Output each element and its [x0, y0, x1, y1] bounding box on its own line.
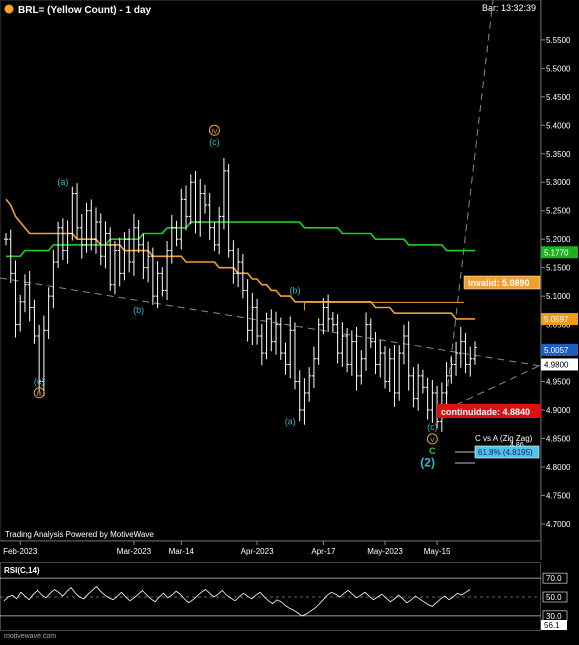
footer-site: motivewave.com: [4, 633, 56, 640]
y-tick-label: 5.2000: [546, 235, 571, 244]
chart-window: BRL= (Yellow Count) - 1 day Bar: 13:32:3…: [0, 0, 579, 640]
rsi-level-label: 50.0: [546, 593, 562, 602]
wave-label: V: [430, 437, 435, 444]
price-chart: BRL= (Yellow Count) - 1 day Bar: 13:32:3…: [0, 0, 579, 640]
price-tag-label: 5.0057: [544, 346, 569, 355]
wave-label: (c): [209, 137, 220, 147]
price-tag: 5.0057: [541, 343, 578, 356]
y-tick-label: 5.5500: [546, 36, 571, 45]
continuidade-label: continuidade: 4.8840: [441, 407, 530, 417]
cvsa-box-label: 61.8% (4.8195): [478, 448, 533, 457]
x-tick-label: Apr-2023: [241, 547, 274, 556]
y-tick-label: 5.3000: [546, 178, 571, 187]
wave-label: IV: [211, 128, 218, 135]
price-tag: 5.0597: [541, 313, 578, 326]
y-tick-label: 5.4000: [546, 121, 571, 130]
price-tag-label: 5.1770: [544, 248, 569, 257]
rsi-level-label: 30.0: [546, 612, 562, 621]
y-tick-label: 4.9000: [546, 406, 571, 415]
y-tick-label: 4.8500: [546, 434, 571, 443]
price-tag: 4.9800: [541, 358, 578, 371]
rsi-current-label: 56.1: [544, 621, 560, 630]
cvsa-title: C vs A (Zig Zag): [475, 434, 533, 443]
bar-time: Bar: 13:32:39: [482, 3, 536, 13]
wave-label: (c): [34, 376, 45, 386]
x-tick-label: Mar-2023: [117, 547, 152, 556]
x-tick-label: Feb-2023: [3, 547, 38, 556]
y-tick-label: 4.7000: [546, 520, 571, 529]
chart-title: BRL= (Yellow Count) - 1 day: [18, 5, 152, 16]
y-tick-label: 5.3500: [546, 150, 571, 159]
rsi-panel: [0, 562, 541, 631]
y-tick-label: 5.4500: [546, 93, 571, 102]
x-tick-label: May-15: [424, 547, 451, 556]
y-tick-label: 5.1000: [546, 292, 571, 301]
wave-label: (a): [57, 177, 68, 187]
price-tag-label: 5.0597: [544, 315, 569, 324]
wave-label: (c): [427, 422, 438, 432]
title-dot-icon: [4, 4, 14, 14]
wave-label: (2): [420, 455, 435, 469]
wave-label: III: [36, 391, 42, 398]
wave-label: C: [429, 446, 436, 456]
x-tick-label: Mar-14: [169, 547, 195, 556]
rsi-level-label: 70.0: [546, 574, 562, 583]
y-tick-label: 4.8000: [546, 463, 571, 472]
y-tick-label: 5.2500: [546, 207, 571, 216]
x-tick-label: Apr-17: [311, 547, 336, 556]
watermark: Trading Analysis Powered by MotiveWave: [5, 530, 154, 539]
wave-label: (b): [133, 305, 144, 315]
invalid-label: Invalid: 5.0890: [468, 278, 530, 288]
y-tick-label: 4.7500: [546, 491, 571, 500]
wave-label: (b): [289, 285, 300, 295]
wave-label: (a): [285, 416, 296, 426]
y-tick-label: 5.1500: [546, 264, 571, 273]
rsi-title: RSI(C,14): [4, 566, 40, 575]
price-tag: 5.1770: [541, 246, 578, 259]
x-tick-label: May-2023: [367, 547, 403, 556]
y-tick-label: 4.9500: [546, 378, 571, 387]
price-tag-label: 4.9800: [544, 360, 569, 369]
y-tick-label: 5.5000: [546, 64, 571, 73]
